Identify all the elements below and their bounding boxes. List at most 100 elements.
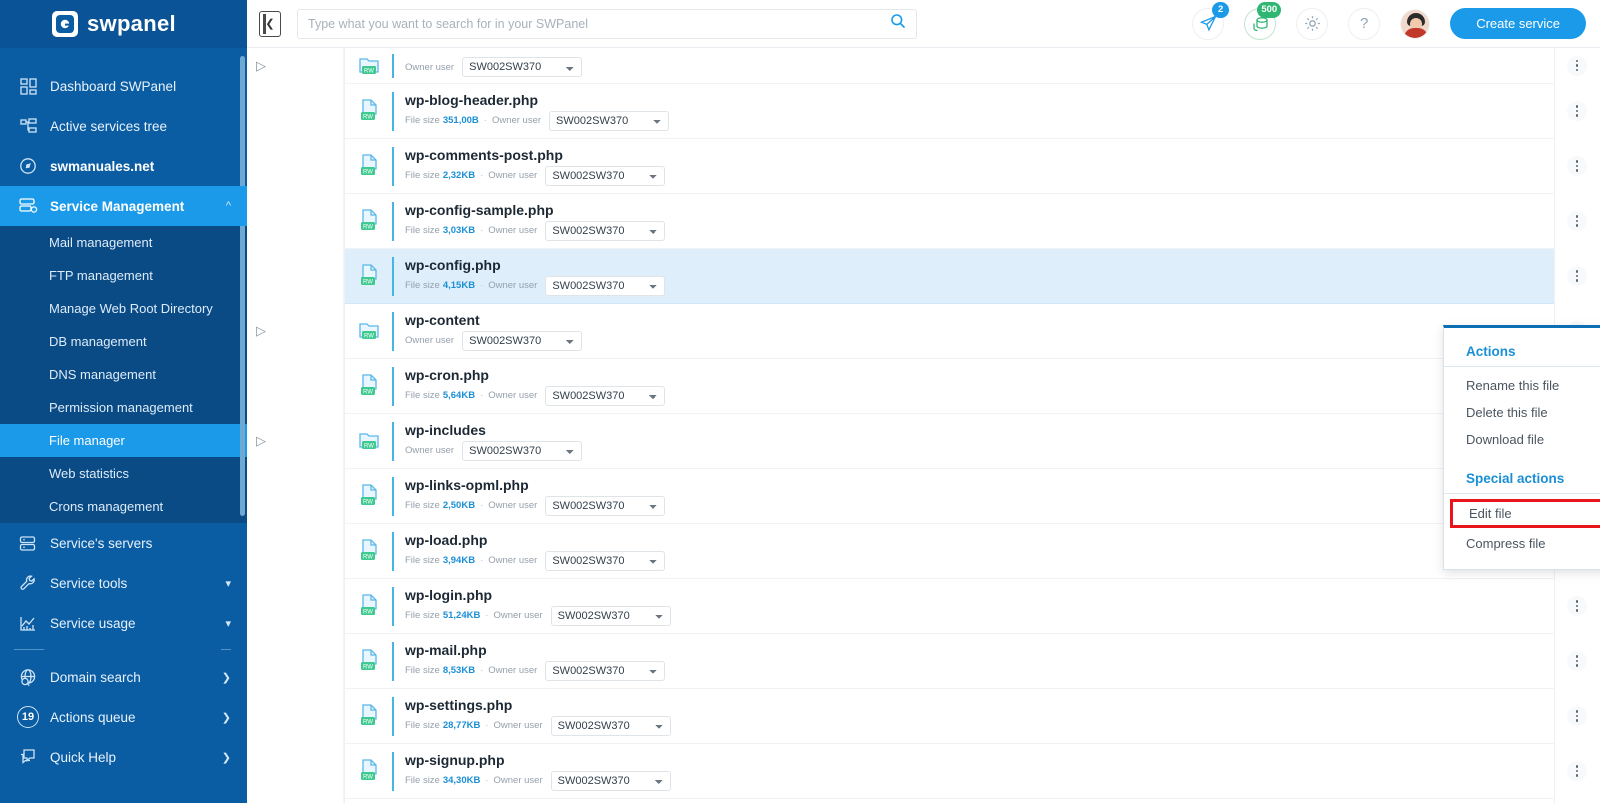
table-row[interactable]: RW wp-settings.php File size 28,77KB · Owner … — [345, 689, 1587, 744]
file-meta: File size 351,00B · Owner user SW002SW370 — [405, 110, 1554, 131]
table-row[interactable]: RW wp-mail.php File size 8,53KB · Owner user S… — [345, 634, 1587, 689]
owner-user-select[interactable]: SW002SW370 — [545, 220, 666, 241]
row-actions-menu-icon[interactable] — [1567, 211, 1587, 231]
avatar[interactable] — [1400, 8, 1431, 39]
row-expand-arrow[interactable]: ▷ — [256, 324, 270, 338]
actions-queue-count: 19 — [17, 706, 39, 728]
owner-user-select[interactable]: SW002SW370 — [550, 770, 671, 791]
row-actions-menu-icon[interactable] — [1567, 596, 1587, 616]
row-actions-menu-icon[interactable] — [1567, 651, 1587, 671]
sidebar-item-quick-help[interactable]: Quick Help ❯ — [0, 737, 247, 777]
owner-user-select[interactable]: SW002SW370 — [462, 440, 583, 461]
sidebar-item-service-tools[interactable]: Service tools ▾ — [0, 563, 247, 603]
help-question-icon[interactable]: ? — [1348, 7, 1381, 40]
sidebar-item-crons-management[interactable]: Crons management — [0, 490, 247, 523]
row-actions-menu-icon[interactable] — [1567, 761, 1587, 781]
row-actions-menu-icon[interactable] — [1567, 706, 1587, 726]
row-actions-menu-icon[interactable] — [1567, 55, 1587, 76]
svg-text:RW: RW — [363, 279, 373, 285]
sidebar-item-file-manager[interactable]: File manager — [0, 424, 247, 457]
search-bar[interactable] — [297, 8, 917, 39]
owner-user-select[interactable]: SW002SW370 — [545, 165, 666, 186]
brand-logo[interactable]: swpanel — [0, 0, 247, 48]
svg-text:RW: RW — [363, 554, 373, 560]
table-row[interactable]: ▷ RW wp-content Owner user SW002SW370 — [256, 304, 1587, 359]
owner-user-select[interactable]: SW002SW370 — [545, 550, 666, 571]
sidebar-item-service-management[interactable]: Service Management ^ — [0, 186, 247, 226]
sidebar-item-services-servers[interactable]: Service's servers — [0, 523, 247, 563]
file-meta: File size 8,53KB · Owner user SW002SW370 — [405, 660, 1554, 681]
row-body: wp-content Owner user SW002SW370 — [392, 311, 1554, 351]
table-row[interactable]: RW wp-config-sample.php File size 3,03KB · Ow… — [345, 194, 1587, 249]
row-actions-menu-icon[interactable] — [1567, 101, 1587, 121]
collapse-panel-icon[interactable]: ❮ — [259, 10, 281, 37]
row-expand-arrow[interactable]: ▷ — [256, 434, 270, 448]
sidebar-item-actions-queue[interactable]: 19 Actions queue ❯ — [0, 697, 247, 737]
table-row[interactable]: RW wp-load.php File size 3,94KB · Owner user S… — [345, 524, 1587, 579]
search-icon[interactable] — [890, 13, 906, 34]
owner-user-select[interactable]: SW002SW370 — [549, 110, 670, 131]
owner-user-label: Owner user — [493, 720, 543, 731]
sidebar-item-dns-management[interactable]: DNS management — [0, 358, 247, 391]
file-name: wp-settings.php — [405, 696, 513, 713]
sidebar-item-service-usage[interactable]: Service usage ▾ — [0, 603, 247, 643]
table-row[interactable]: RW wp-links-opml.php File size 2,50KB · Owner… — [345, 469, 1587, 524]
table-row[interactable]: ▷ RW wp-includes Owner user SW002SW370 — [256, 414, 1587, 469]
sidebar-item-ftp-management[interactable]: FTP management — [0, 259, 247, 292]
tree-icon — [12, 115, 44, 137]
sidebar-subitem-label: FTP management — [49, 268, 153, 283]
search-input[interactable] — [308, 16, 890, 31]
context-menu-download-file[interactable]: Download file — [1444, 426, 1600, 453]
file-size-label: File size — [405, 665, 440, 676]
owner-user-select[interactable]: SW002SW370 — [462, 330, 583, 351]
sidebar-item-db-management[interactable]: DB management — [0, 325, 247, 358]
context-menu-rename-file[interactable]: Rename this file — [1444, 372, 1600, 399]
sidebar-item-manage-web-root-directory[interactable]: Manage Web Root Directory — [0, 292, 247, 325]
svg-text:RW: RW — [363, 719, 373, 725]
table-row[interactable]: RW wp-cron.php File size 5,64KB · Owner user S… — [345, 359, 1587, 414]
file-size-label: File size — [405, 115, 440, 126]
row-expand-arrow[interactable]: ▷ — [256, 59, 270, 73]
table-row[interactable]: RW wp-comments-post.php File size 2,32KB · Ow… — [345, 139, 1587, 194]
file-name: wp-load.php — [405, 531, 488, 548]
file-name: wp-cron.php — [405, 366, 489, 383]
table-row[interactable]: ▷ RW Owner user SW002SW370 — [256, 48, 1587, 84]
sidebar-item-label: Dashboard SWPanel — [50, 78, 177, 94]
table-row[interactable]: RW wp-config.php File size 4,15KB · Owner use… — [345, 249, 1587, 304]
sidebar-item-mail-management[interactable]: Mail management — [0, 226, 247, 259]
context-menu-delete-file[interactable]: Delete this file — [1444, 399, 1600, 426]
sidebar-item-dashboard[interactable]: Dashboard SWPanel — [0, 66, 247, 106]
row-body: wp-cron.php File size 5,64KB · Owner user SW0… — [392, 366, 1554, 406]
table-row[interactable]: RW wp-signup.php File size 34,30KB · Owner us… — [345, 744, 1587, 799]
row-actions-menu-icon[interactable] — [1567, 266, 1587, 286]
sidebar-item-permission-management[interactable]: Permission management — [0, 391, 247, 424]
row-actions-menu-icon[interactable] — [1567, 156, 1587, 176]
owner-user-select[interactable]: SW002SW370 — [550, 715, 671, 736]
paper-plane-icon[interactable]: 2 — [1192, 1, 1230, 40]
file-meta: File size 5,64KB · Owner user SW002SW370 — [405, 385, 1554, 406]
chart-icon — [12, 612, 44, 634]
row-body: wp-signup.php File size 34,30KB · Owner user… — [392, 751, 1554, 791]
owner-user-select[interactable]: SW002SW370 — [545, 385, 666, 406]
context-menu-edit-file[interactable]: Edit file — [1450, 499, 1600, 528]
gear-icon[interactable] — [1296, 7, 1329, 40]
owner-user-select[interactable]: SW002SW370 — [545, 275, 666, 296]
sidebar-item-domain-search[interactable]: Domain search ❯ — [0, 657, 247, 697]
context-menu-compress-file[interactable]: Compress file — [1444, 530, 1600, 557]
owner-user-select[interactable]: SW002SW370 — [550, 605, 671, 626]
file-size-value: 351,00B — [442, 115, 479, 126]
create-service-button[interactable]: Create service — [1450, 8, 1586, 39]
sidebar-item-web-statistics[interactable]: Web statistics — [0, 457, 247, 490]
file-size-value: 34,30KB — [442, 775, 481, 786]
sidebar-item-domain[interactable]: swmanuales.net — [0, 146, 247, 186]
file-meta: Owner user SW002SW370 — [405, 440, 1554, 461]
sidebar-submenu-service-management: Mail management FTP management Manage We… — [0, 226, 247, 523]
owner-user-select[interactable]: SW002SW370 — [545, 495, 666, 516]
table-row[interactable]: RW wp-blog-header.php File size 351,00B · Own… — [345, 84, 1587, 139]
owner-user-select[interactable]: SW002SW370 — [462, 57, 583, 77]
swpanel-logo-icon — [52, 11, 78, 37]
owner-user-select[interactable]: SW002SW370 — [545, 660, 666, 681]
sidebar-item-active-services-tree[interactable]: Active services tree — [0, 106, 247, 146]
database-icon[interactable]: 500 — [1244, 1, 1282, 40]
table-row[interactable]: RW wp-login.php File size 51,24KB · Owner use… — [345, 579, 1587, 634]
